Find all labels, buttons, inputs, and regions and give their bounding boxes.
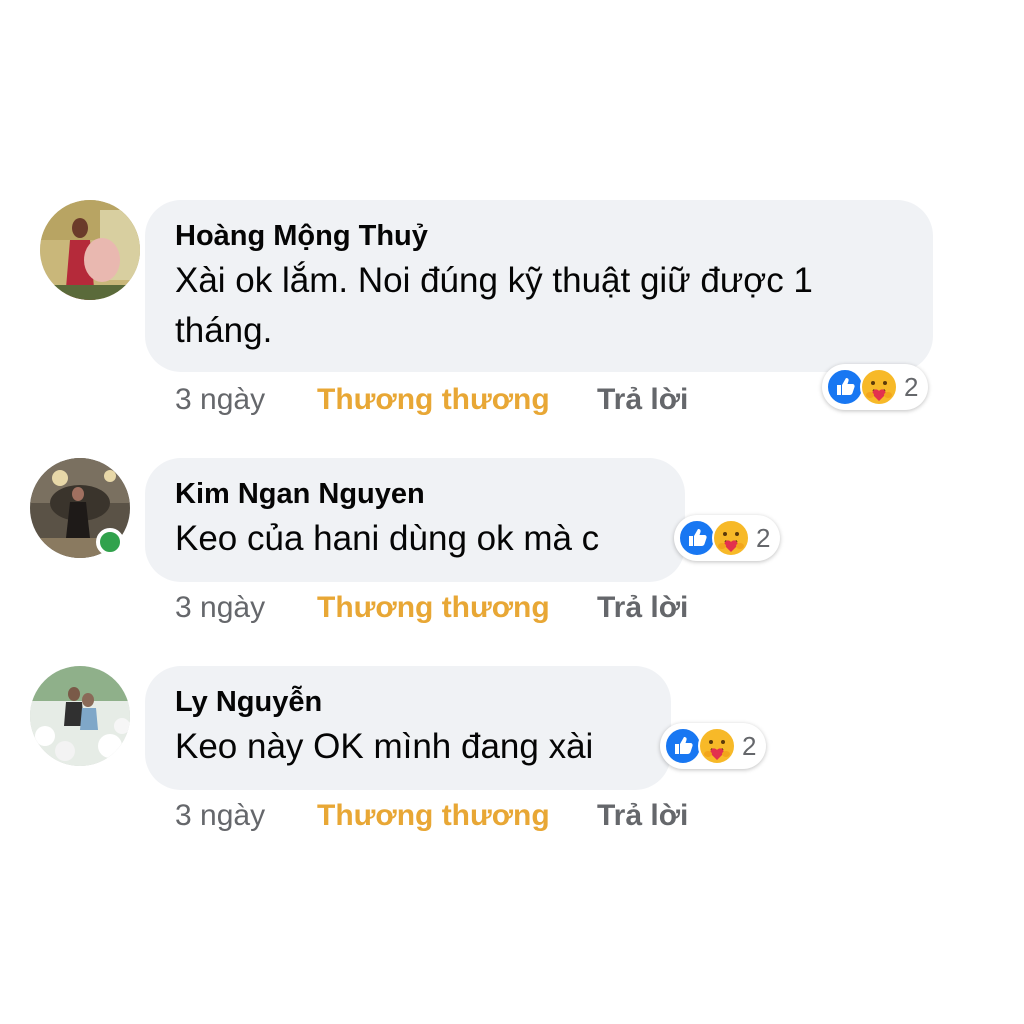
reply-button[interactable]: Trả lời (597, 380, 688, 420)
like-icon (826, 368, 864, 406)
care-icon (698, 727, 736, 765)
reaction-count: 2 (756, 522, 771, 553)
reaction-summary[interactable]: 2 (674, 515, 781, 561)
comment-actions: 3 ngày Thương thương Trả lời (175, 588, 688, 628)
avatar-photo (30, 666, 130, 766)
avatar-photo (40, 200, 140, 300)
comment-time[interactable]: 3 ngày (175, 588, 317, 628)
comment-text: Keo này OK mình đang xài (175, 727, 594, 766)
like-icon (678, 519, 716, 557)
comment-author[interactable]: Kim Ngan Nguyen (175, 474, 655, 514)
avatar[interactable] (30, 666, 130, 766)
comment-actions: 3 ngày Thương thương Trả lời (175, 796, 688, 836)
comment-time[interactable]: 3 ngày (175, 796, 317, 836)
comment-text: Keo của hani dùng ok mà c (175, 519, 600, 558)
reaction-count: 2 (742, 730, 757, 761)
care-icon (860, 368, 898, 406)
reaction-summary[interactable]: 2 (660, 723, 767, 769)
comment-text: Xài ok lắm. Noi đúng kỹ thuật giữ được 1… (175, 261, 813, 350)
comment-bubble: Ly Nguyễn Keo này OK mình đang xài (145, 666, 671, 790)
reaction-button[interactable]: Thương thương (317, 380, 597, 420)
avatar[interactable] (40, 200, 140, 300)
reaction-count: 2 (904, 371, 919, 402)
reaction-button[interactable]: Thương thương (317, 796, 597, 836)
care-icon (712, 519, 750, 557)
comment-actions: 3 ngày Thương thương Trả lời (175, 380, 688, 420)
like-icon (664, 727, 702, 765)
reply-button[interactable]: Trả lời (597, 796, 688, 836)
comment-bubble: Hoàng Mộng Thuỷ Xài ok lắm. Noi đúng kỹ … (145, 200, 933, 372)
comment-thread: Hoàng Mộng Thuỷ Xài ok lắm. Noi đúng kỹ … (0, 0, 1024, 1024)
comment-author[interactable]: Ly Nguyễn (175, 682, 641, 722)
online-status-dot (96, 528, 124, 556)
comment-author[interactable]: Hoàng Mộng Thuỷ (175, 216, 903, 256)
comment-time[interactable]: 3 ngày (175, 380, 317, 420)
reaction-button[interactable]: Thương thương (317, 588, 597, 628)
comment-bubble: Kim Ngan Nguyen Keo của hani dùng ok mà … (145, 458, 685, 582)
reaction-summary[interactable]: 2 (822, 364, 929, 410)
reply-button[interactable]: Trả lời (597, 588, 688, 628)
